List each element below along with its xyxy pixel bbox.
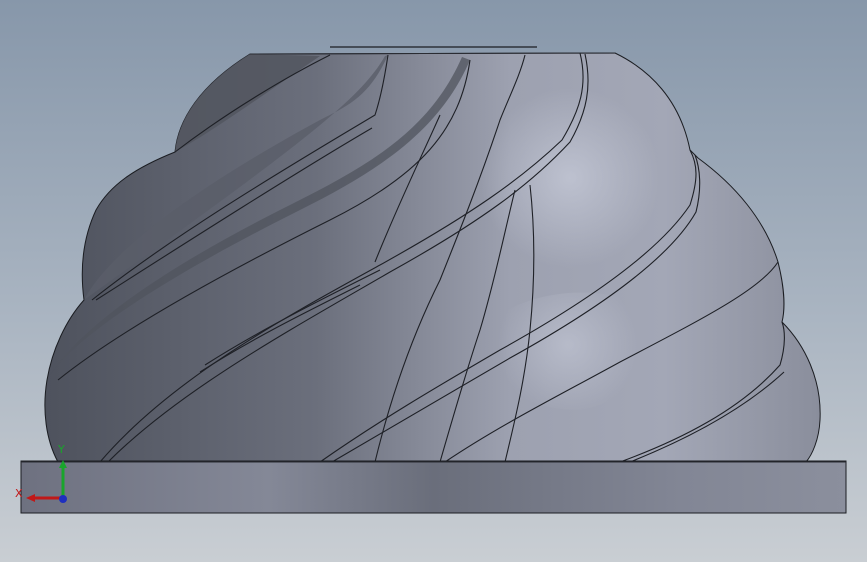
- screw-rotor-model[interactable]: [0, 0, 867, 562]
- base-plate: [20, 460, 847, 514]
- graphics-viewport[interactable]: X Y: [0, 0, 867, 562]
- triad-x-label: X: [15, 487, 23, 500]
- triad-y-label: Y: [58, 443, 65, 456]
